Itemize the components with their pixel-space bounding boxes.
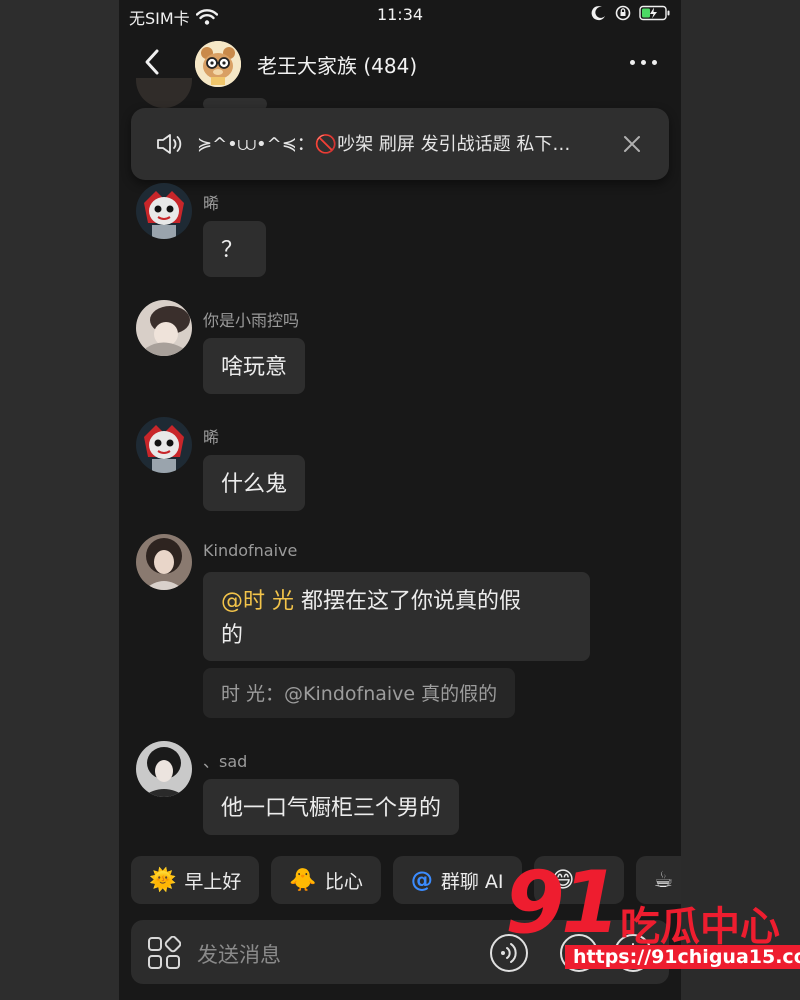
rotation-lock-icon (615, 5, 631, 21)
group-title: 老王大家族 (484) (257, 54, 418, 78)
quick-reply-heart-gesture[interactable]: 🐥 比心 (271, 856, 381, 904)
message-input-placeholder[interactable]: 发送消息 (197, 939, 281, 969)
quoted-message[interactable]: 时 光：@Kindofnaive 真的假的 (203, 668, 516, 718)
sun-emoji-icon: 🌞 (149, 867, 177, 893)
quick-reply-good-morning[interactable]: 🌞 早上好 (131, 856, 260, 904)
at-icon: @ (410, 867, 433, 893)
avatar (136, 78, 192, 108)
chat-header: 老王大家族 (484) (119, 30, 681, 96)
message-text: 都摆在这了你说真的假 (294, 589, 521, 614)
message-bubble[interactable]: 啥玩意 (203, 338, 306, 394)
sender-name: 、sad (203, 752, 248, 771)
quick-reply-bar: 🌞 早上好 🐥 比心 @ 群聊 AI 😄 ☕ (131, 856, 681, 904)
avatar[interactable] (136, 183, 192, 239)
avatar[interactable] (136, 300, 192, 356)
duck-emoji-icon: 🐥 (289, 867, 317, 893)
message-bubble[interactable]: 他一口气橱柜三个男的 (203, 779, 460, 835)
message-text: 的 (221, 623, 244, 648)
message-bubble[interactable]: @时 光 都摆在这了你说真的假 的 (203, 572, 590, 661)
group-avatar[interactable] (195, 41, 241, 87)
quick-reply-emoji[interactable]: 😄 (533, 856, 624, 904)
phone-screen: 无SIM卡 11:34 老王大家族 (484) ≽^•⩊•^≼：🚫吵架 刷屏 发… (119, 0, 681, 1000)
smile-emoji-icon: 😄 (551, 867, 575, 893)
moon-icon (591, 6, 605, 21)
left-backdrop (0, 0, 119, 1000)
coffee-emoji-icon: ☕ (653, 867, 674, 893)
notice-text: ≽^•⩊•^≼：🚫吵架 刷屏 发引战话题 私下… (197, 134, 571, 155)
sender-name: Kindofnaive (203, 541, 298, 560)
quick-reply-group-ai[interactable]: @ 群聊 AI (392, 856, 522, 904)
plus-icon[interactable] (613, 933, 653, 973)
more-options-icon[interactable] (630, 60, 657, 65)
voice-icon[interactable] (489, 933, 529, 973)
back-arrow-icon[interactable] (141, 46, 165, 78)
sender-name: 你是小雨控吗 (203, 311, 300, 330)
avatar[interactable] (136, 534, 192, 590)
quick-reply-coffee[interactable]: ☕ (635, 856, 681, 904)
emoji-icon[interactable] (559, 933, 599, 973)
mention-tag[interactable]: @时 光 (221, 589, 294, 614)
message-bubble[interactable]: ？ (203, 221, 266, 277)
message-bubble[interactable]: 什么鬼 (203, 455, 306, 511)
close-icon[interactable] (621, 133, 643, 155)
battery-charging-icon (639, 5, 670, 21)
status-bar: 无SIM卡 11:34 (119, 0, 681, 30)
message-input-bar[interactable]: 发送消息 (131, 920, 669, 984)
avatar[interactable] (136, 741, 192, 797)
apps-grid-icon[interactable] (147, 936, 181, 970)
right-backdrop (681, 0, 800, 1000)
speaker-icon (157, 134, 182, 154)
avatar[interactable] (136, 417, 192, 473)
sender-name: 晞 (203, 428, 220, 447)
group-notice-banner[interactable]: ≽^•⩊•^≼：🚫吵架 刷屏 发引战话题 私下… (131, 108, 669, 180)
sender-name: 晞 (203, 194, 220, 213)
